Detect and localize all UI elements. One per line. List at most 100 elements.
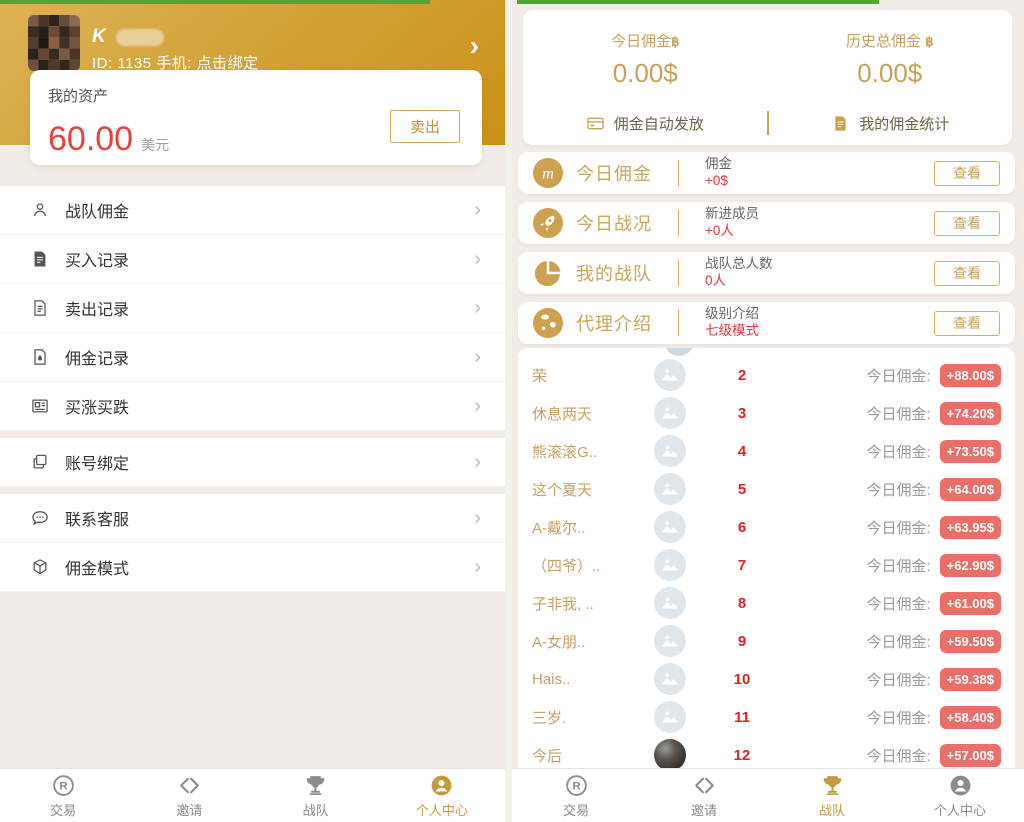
- member-name: 子非我, ..: [532, 593, 654, 614]
- leaderboard-row: 休息两天 3 今日佣金: +74.20$: [518, 394, 1015, 432]
- nav-personal-center[interactable]: 个人中心: [896, 769, 1024, 822]
- member-name: 今后: [532, 745, 654, 766]
- leaderboard-row: 三岁. 11 今日佣金: +58.40$: [518, 698, 1015, 736]
- commission-badge: +57.00$: [940, 744, 1001, 767]
- leaderboard-row: 荣 2 今日佣金: +88.00$: [518, 356, 1015, 394]
- rocket-icon: [533, 208, 563, 238]
- commission-badge: +88.00$: [940, 364, 1001, 387]
- svg-text:R: R: [572, 780, 581, 792]
- card-sub-value: 七级模式: [705, 323, 759, 340]
- menu-item-label: 佣金记录: [65, 345, 129, 369]
- view-button[interactable]: 查看: [934, 261, 1000, 286]
- stat-value: 0.00$: [768, 58, 1013, 89]
- avatar[interactable]: [28, 15, 80, 71]
- user-name: K: [92, 26, 106, 48]
- document-filled-icon: [30, 249, 50, 269]
- trophy-icon: [820, 773, 845, 798]
- link-label: 我的佣金统计: [859, 113, 949, 134]
- personal-center-screen: K ID: 1135 手机: 点击绑定 › 我的资产 60.00 美元 卖出 战…: [0, 0, 505, 822]
- rank-number: 12: [686, 747, 798, 764]
- bank-card-icon: [586, 114, 605, 133]
- menu-item-buy-records[interactable]: 买入记录 ›: [0, 235, 505, 284]
- stat-label: 今日佣金: [611, 33, 671, 50]
- globe-icon: [533, 308, 563, 338]
- stat-value: 0.00$: [523, 58, 768, 89]
- my-commission-stats-link[interactable]: 我的佣金统计: [769, 113, 1013, 134]
- avatar-placeholder-icon: [654, 701, 686, 733]
- view-button[interactable]: 查看: [934, 311, 1000, 336]
- link-label: 佣金自动发放: [614, 113, 704, 134]
- avatar-placeholder-icon: [654, 359, 686, 391]
- chevron-right-icon: ›: [474, 347, 481, 367]
- card-title: 今日佣金: [576, 160, 678, 186]
- progress-bar: [517, 0, 879, 4]
- menu-item-account-binding[interactable]: 账号绑定 ›: [0, 438, 505, 487]
- commission-badge: +58.40$: [940, 706, 1001, 729]
- avatar-mosaic: [28, 15, 80, 71]
- menu-item-commission-records[interactable]: 佣金记录 ›: [0, 333, 505, 382]
- card-sub-value: 0人: [705, 273, 773, 290]
- nav-label: 交易: [563, 800, 589, 819]
- avatar-placeholder-icon: [654, 473, 686, 505]
- rank-number: 5: [686, 481, 798, 498]
- menu-item-team-commission[interactable]: 战队佣金 ›: [0, 186, 505, 235]
- commission-summary-card: 今日佣金฿ 0.00$ 历史总佣金 ฿ 0.00$ 佣金自动发放 我的佣金统计: [523, 10, 1012, 145]
- view-button[interactable]: 查看: [934, 161, 1000, 186]
- member-name: 休息两天: [532, 403, 654, 424]
- card-sub-value: +0人: [705, 223, 759, 240]
- chevron-right-icon: ›: [474, 298, 481, 318]
- baht-icon: ฿: [671, 34, 679, 49]
- member-name: A-女朋..: [532, 631, 654, 652]
- auto-payout-link[interactable]: 佣金自动发放: [523, 113, 767, 134]
- bottom-nav: R 交易 邀请 战队 个人中心: [512, 768, 1024, 822]
- member-name: Hais..: [532, 671, 654, 688]
- nav-team[interactable]: 战队: [768, 769, 896, 822]
- menu-list: 战队佣金 › 买入记录 › 卖出记录 › 佣金记录 › 买涨买跌 ›: [0, 186, 505, 592]
- nav-trade[interactable]: R 交易: [0, 769, 126, 822]
- menu-item-customer-service[interactable]: 联系客服 ›: [0, 494, 505, 543]
- pie-chart-icon: [533, 258, 563, 288]
- menu-item-sell-records[interactable]: 卖出记录 ›: [0, 284, 505, 333]
- menu-item-commission-mode[interactable]: 佣金模式 ›: [0, 543, 505, 592]
- progress-bar: [0, 0, 430, 4]
- leaderboard[interactable]: 荣 2 今日佣金: +88.00$ 休息两天 3 今日佣金: +74.20$ 熊…: [518, 348, 1015, 822]
- commission-label: 今日佣金:: [866, 555, 930, 576]
- menu-item-buy-up-down[interactable]: 买涨买跌 ›: [0, 382, 505, 431]
- commission-label: 今日佣金:: [866, 517, 930, 538]
- card-sub-label: 战队总人数: [705, 256, 773, 273]
- member-name: 熊滚滚G..: [532, 441, 654, 462]
- nav-invite[interactable]: 邀请: [126, 769, 252, 822]
- card-title: 我的战队: [576, 260, 678, 286]
- leaderboard-row: （四爷）.. 7 今日佣金: +62.90$: [518, 546, 1015, 584]
- commission-label: 今日佣金:: [866, 593, 930, 614]
- nav-label: 交易: [50, 800, 76, 819]
- user-icon: [30, 200, 50, 220]
- chevron-right-icon[interactable]: ›: [470, 30, 479, 62]
- nav-personal-center[interactable]: 个人中心: [379, 769, 505, 822]
- invite-icon: [692, 773, 717, 798]
- chevron-right-icon: ›: [474, 200, 481, 220]
- member-name: 荣: [532, 365, 654, 386]
- today-commission-stat: 今日佣金฿ 0.00$: [523, 30, 768, 89]
- view-button[interactable]: 查看: [934, 211, 1000, 236]
- nav-trade[interactable]: R 交易: [512, 769, 640, 822]
- rank-number: 2: [686, 367, 798, 384]
- person-circle-icon: [429, 773, 454, 798]
- screens-divider: [505, 0, 512, 822]
- rank-number: 11: [686, 709, 798, 726]
- menu-item-label: 买涨买跌: [65, 394, 129, 418]
- nav-invite[interactable]: 邀请: [640, 769, 768, 822]
- coin-m-icon: m: [533, 158, 563, 188]
- vertical-divider: [678, 160, 679, 186]
- leaderboard-row: 这个夏天 5 今日佣金: +64.00$: [518, 470, 1015, 508]
- sell-button[interactable]: 卖出: [390, 110, 460, 143]
- commission-label: 今日佣金:: [866, 707, 930, 728]
- nav-team[interactable]: 战队: [253, 769, 379, 822]
- commission-badge: +59.50$: [940, 630, 1001, 653]
- nav-label: 邀请: [176, 800, 202, 819]
- leaderboard-row: A-戴尔.. 6 今日佣金: +63.95$: [518, 508, 1015, 546]
- copy-icon: [30, 452, 50, 472]
- commission-badge: +62.90$: [940, 554, 1001, 577]
- today-commission-card: m 今日佣金 佣金 +0$ 查看: [518, 152, 1015, 194]
- menu-item-label: 卖出记录: [65, 296, 129, 320]
